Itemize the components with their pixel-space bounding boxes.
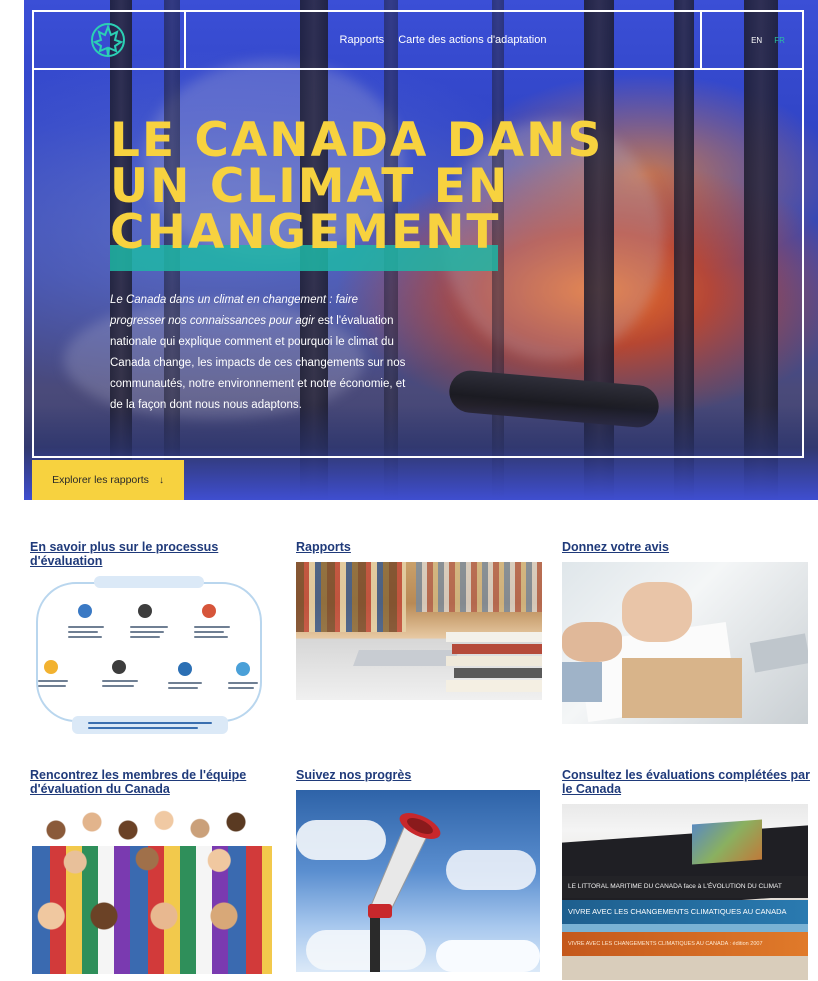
language-switcher: EN FR — [732, 10, 804, 70]
diagram-banner — [94, 576, 204, 588]
main-nav: Rapports Carte des actions d'adaptation — [186, 10, 700, 70]
card-title[interactable]: Rencontrez les membres de l'équipe d'éva… — [30, 768, 280, 796]
card-reports[interactable]: Rapports — [296, 540, 536, 554]
hero-title-line: CHANGEMENT — [110, 205, 501, 260]
card-progress[interactable]: Suivez nos progrès — [296, 768, 536, 782]
card-title[interactable]: Donnez votre avis — [562, 540, 802, 554]
feedback-photo[interactable] — [562, 562, 808, 724]
hero-description: Le Canada dans un climat en changement :… — [110, 290, 410, 416]
card-team[interactable]: Rencontrez les membres de l'équipe d'éva… — [30, 768, 280, 796]
header-divider — [700, 10, 702, 70]
nav-link-adaptation-map[interactable]: Carte des actions d'adaptation — [398, 34, 546, 46]
book-spine-2: VIVRE AVEC LES CHANGEMENTS CLIMATIQUES A… — [562, 900, 808, 924]
nav-link-rapports[interactable]: Rapports — [340, 34, 385, 46]
reports-photo[interactable] — [296, 562, 542, 700]
explore-reports-button[interactable]: Explorer les rapports ↓ — [32, 460, 184, 500]
card-title[interactable]: Consultez les évaluations complétées par… — [562, 768, 812, 796]
card-title[interactable]: Rapports — [296, 540, 536, 554]
hero-title-line: UN CLIMAT EN — [110, 159, 510, 214]
card-title[interactable]: Suivez nos progrès — [296, 768, 536, 782]
maple-leaf-logo-icon — [91, 23, 125, 57]
hero-title-line: LE CANADA DANS — [110, 113, 604, 168]
site-logo[interactable] — [32, 10, 184, 70]
books-photo[interactable]: LE LITTORAL MARITIME DU CANADA face à L'… — [562, 804, 808, 980]
process-diagram-image[interactable] — [32, 576, 268, 736]
megaphone-photo[interactable] — [296, 790, 540, 972]
card-completed-assessments[interactable]: Consultez les évaluations complétées par… — [562, 768, 812, 796]
lang-en-link[interactable]: EN — [751, 36, 762, 45]
team-photo[interactable] — [32, 806, 272, 974]
book-spine-1: LE LITTORAL MARITIME DU CANADA face à L'… — [562, 876, 808, 898]
lang-fr-link[interactable]: FR — [774, 36, 785, 45]
card-title[interactable]: En savoir plus sur le processus d'évalua… — [30, 540, 270, 568]
hero-description-text: est l'évaluation nationale qui explique … — [110, 315, 406, 411]
megaphone-icon — [368, 813, 441, 918]
arrow-down-icon: ↓ — [158, 474, 164, 486]
book-spine-3: VIVRE AVEC LES CHANGEMENTS CLIMATIQUES A… — [562, 932, 808, 956]
hero-title: LE CANADA DANS UN CLIMAT EN CHANGEMENT — [110, 113, 630, 260]
explore-reports-label: Explorer les rapports — [52, 474, 149, 486]
card-evaluation-process[interactable]: En savoir plus sur le processus d'évalua… — [30, 540, 270, 568]
card-feedback[interactable]: Donnez votre avis — [562, 540, 802, 554]
